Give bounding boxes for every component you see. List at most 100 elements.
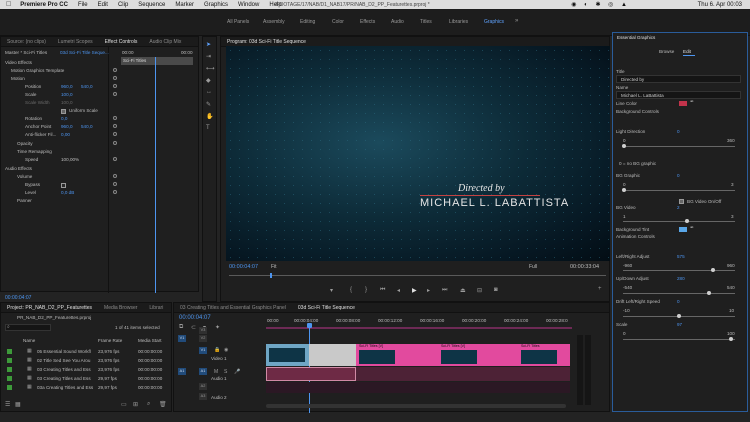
menu-app[interactable]: Premiere Pro CC (15, 2, 73, 8)
program-video-frame[interactable] (226, 46, 610, 261)
tab-media-browser[interactable]: Media Browser (98, 305, 143, 311)
workspace-overflow-icon[interactable]: » (515, 18, 518, 24)
play-icon[interactable]: ▶ (412, 287, 417, 294)
bg-graphic-knob[interactable] (622, 188, 626, 192)
selection-tool-icon[interactable]: ➤ (206, 41, 211, 48)
track-target-a1[interactable]: A1 (199, 368, 207, 375)
eg-tab-browse[interactable]: Browse (659, 49, 674, 54)
new-bin-icon[interactable]: ▭ (121, 401, 127, 408)
snap-icon[interactable]: ⧉ (179, 324, 183, 331)
reset-icon[interactable] (113, 182, 117, 186)
solo-icon[interactable]: S (224, 369, 227, 375)
clip-sci-fi-titles[interactable]: Sci-Fi Titles [V] (438, 344, 518, 366)
eye-icon[interactable]: ◉ (224, 347, 228, 353)
workspace-graphics[interactable]: Graphics (484, 19, 504, 25)
track-target-v1[interactable]: V1 (199, 347, 207, 354)
reset-icon[interactable] (113, 157, 117, 161)
tab-lumetri-scopes[interactable]: Lumetri Scopes (52, 39, 99, 45)
go-to-out-icon[interactable]: ⏭ (442, 287, 447, 294)
ec-sequence-header[interactable]: 03d Sci-Fi Title Seque... (60, 50, 109, 55)
ec-anchor-y[interactable]: 540,0 (81, 124, 93, 129)
eg-lr-adjust-value[interactable]: 575 (677, 254, 685, 259)
menu-edit[interactable]: Edit (93, 2, 113, 8)
eg-name-input[interactable]: Michael L. LaBattista (616, 91, 741, 99)
project-search-input[interactable] (5, 324, 51, 331)
ec-scale-value[interactable]: 100,0 (61, 92, 73, 97)
apple-icon[interactable]:  (0, 1, 15, 8)
mark-in-icon[interactable]: { (350, 287, 352, 293)
tab-sequence-03[interactable]: 03 Creating Titles and Essential Graphic… (174, 305, 292, 311)
hand-tool-icon[interactable]: ✋ (206, 113, 213, 120)
program-scrub-bar[interactable] (229, 275, 606, 276)
tab-effect-controls[interactable]: Effect Controls (99, 39, 144, 45)
tab-project[interactable]: Project: PR_NAB_D2_PP_Featurettes (1, 305, 98, 311)
line-color-swatch[interactable] (679, 101, 687, 106)
eyedropper-icon[interactable]: ✒ (690, 225, 694, 231)
settings-wrench-icon[interactable]: ✦ (215, 324, 220, 331)
trash-icon[interactable]: 🗑 (159, 401, 167, 408)
bypass-checkbox[interactable] (61, 183, 66, 188)
find-icon[interactable]: ⌕ (147, 401, 150, 408)
ec-level-value[interactable]: 0,0 dB (61, 190, 74, 195)
mute-icon[interactable]: M (214, 369, 218, 375)
slip-tool-icon[interactable]: ↔ (206, 89, 212, 95)
linked-selection-icon[interactable]: ⊂ (191, 324, 196, 331)
ec-panner[interactable]: Panner (17, 198, 32, 203)
reset-icon[interactable] (113, 174, 117, 178)
ec-clip-bar[interactable]: Sci-Fi Titles (121, 57, 193, 65)
bg-graphic-slider[interactable] (623, 190, 735, 191)
clip-sci-fi-titles[interactable]: Sci-Fi Titles (518, 344, 570, 366)
menu-sequence[interactable]: Sequence (133, 2, 170, 8)
col-frame-rate[interactable]: Frame Rate (98, 338, 122, 343)
clip-video-base[interactable] (266, 344, 309, 366)
list-item[interactable]: ▦ 03 Creating Titles and Ess 23,976 fps … (1, 365, 173, 374)
workspace-color[interactable]: Color (332, 19, 344, 25)
eg-scale-value[interactable]: 97 (677, 322, 682, 327)
lift-icon[interactable]: ⏏ (460, 287, 466, 294)
eg-bg-video-value[interactable]: 2 (677, 205, 680, 210)
reset-icon[interactable] (113, 76, 117, 80)
track-target-a2[interactable]: A2 (199, 383, 207, 390)
clip-sci-fi-titles[interactable] (408, 344, 438, 366)
step-back-icon[interactable]: ◂ (397, 287, 400, 294)
ec-antiflicker-value[interactable]: 0,00 (61, 132, 70, 137)
menu-graphics[interactable]: Graphics (199, 2, 233, 8)
uniform-scale-checkbox[interactable] (61, 109, 66, 114)
track-target-v3[interactable]: V3 (199, 327, 207, 334)
list-item[interactable]: ▦ 03a Creating Titles and Ess 29,97 fps … (1, 383, 173, 392)
reset-icon[interactable] (113, 84, 117, 88)
ec-position-x[interactable]: 960,0 (61, 84, 73, 89)
reset-icon[interactable] (113, 92, 117, 96)
bg-video-knob[interactable] (685, 219, 689, 223)
reset-icon[interactable] (113, 190, 117, 194)
ec-mgt[interactable]: Motion Graphics Template (11, 68, 64, 73)
menu-file[interactable]: File (73, 2, 93, 8)
tab-sequence-03d[interactable]: 03d Sci-Fi Title Sequence (292, 305, 361, 311)
extract-icon[interactable]: ⊟ (477, 287, 482, 294)
razor-tool-icon[interactable]: ◆ (206, 77, 211, 84)
list-view-icon[interactable]: ☰ (5, 401, 10, 408)
tab-libraries[interactable]: Librari (143, 305, 169, 311)
workspace-effects[interactable]: Effects (360, 19, 375, 25)
add-button-icon[interactable]: + (598, 286, 602, 292)
eg-drift-value[interactable]: 0 (677, 299, 680, 304)
track-select-tool-icon[interactable]: ⇥ (206, 53, 211, 60)
eg-ud-adjust-value[interactable]: 280 (677, 276, 685, 281)
eg-tab-edit[interactable]: Edit (683, 49, 691, 54)
export-frame-icon[interactable]: ◙ (494, 287, 498, 293)
ec-opacity[interactable]: Opacity (17, 141, 33, 146)
list-item[interactable]: ▦ 03 Creating Titles and Ess 29,97 fps 0… (1, 374, 173, 383)
tab-audio-clip-mix[interactable]: Audio Clip Mix (143, 39, 187, 45)
reset-icon[interactable] (113, 141, 117, 145)
ec-anchor-x[interactable]: 960,0 (61, 124, 73, 129)
reset-icon[interactable] (113, 68, 117, 72)
workspace-all-panels[interactable]: All Panels (227, 19, 249, 25)
menu-clip[interactable]: Clip (113, 2, 133, 8)
bg-video-slider[interactable] (623, 221, 735, 222)
ec-rotation-value[interactable]: 0,0 (61, 116, 67, 121)
tab-source[interactable]: Source: (no clips) (1, 39, 52, 45)
program-timecode[interactable]: 00:00:04:07 (229, 264, 258, 270)
menu-marker[interactable]: Marker (170, 2, 199, 8)
ud-adjust-slider[interactable] (623, 293, 735, 294)
type-tool-icon[interactable]: T (206, 125, 210, 131)
